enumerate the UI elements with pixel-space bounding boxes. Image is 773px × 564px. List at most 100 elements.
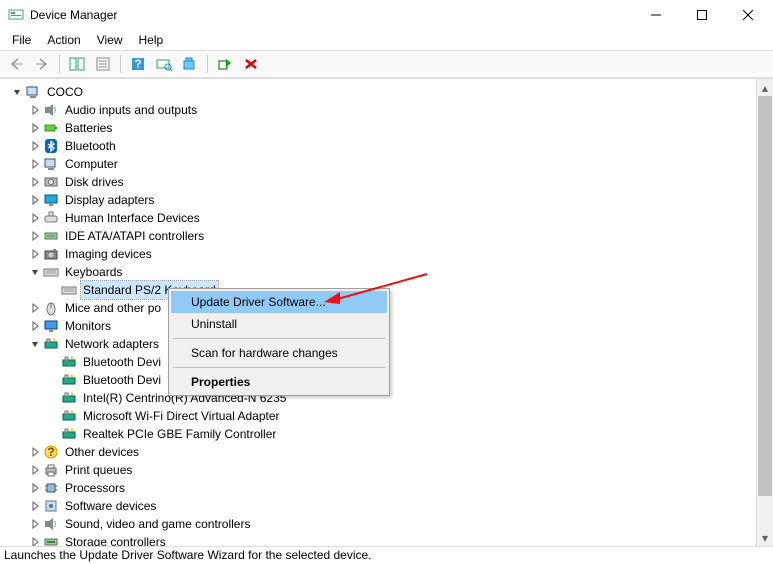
show-hide-console-button[interactable] <box>65 52 89 76</box>
printer-icon <box>43 462 59 478</box>
tree-device[interactable]: Microsoft Wi-Fi Direct Virtual Adapter <box>6 407 773 425</box>
speaker-icon <box>43 516 59 532</box>
display-icon <box>43 192 59 208</box>
expand-toggle[interactable] <box>28 265 42 279</box>
expand-toggle[interactable] <box>28 517 42 531</box>
expand-toggle[interactable] <box>28 337 42 351</box>
tree-category[interactable]: Display adapters <box>6 191 773 209</box>
scroll-down-button[interactable]: ▾ <box>757 529 773 546</box>
tree-item-label: Storage controllers <box>63 533 168 546</box>
cpu-icon <box>43 480 59 496</box>
expand-toggle[interactable] <box>28 247 42 261</box>
update-driver-button[interactable] <box>178 52 202 76</box>
tree-category[interactable]: Bluetooth <box>6 137 773 155</box>
tree-category[interactable]: Sound, video and game controllers <box>6 515 773 533</box>
tree-item-label: IDE ATA/ATAPI controllers <box>63 227 206 245</box>
minimize-button[interactable] <box>633 0 679 30</box>
tree-category[interactable]: IDE ATA/ATAPI controllers <box>6 227 773 245</box>
disk-icon <box>43 174 59 190</box>
maximize-button[interactable] <box>679 0 725 30</box>
expand-toggle[interactable] <box>28 499 42 513</box>
expand-toggle[interactable] <box>28 445 42 459</box>
close-button[interactable] <box>725 0 771 30</box>
scroll-up-button[interactable]: ▴ <box>757 79 773 96</box>
tree-device[interactable]: Realtek PCIe GBE Family Controller <box>6 425 773 443</box>
context-menu-item[interactable]: Scan for hardware changes <box>171 342 387 364</box>
tree-category[interactable]: Human Interface Devices <box>6 209 773 227</box>
nic-icon <box>61 408 77 424</box>
scroll-thumb[interactable] <box>758 96 772 496</box>
ide-icon <box>43 228 59 244</box>
context-menu-item[interactable]: Update Driver Software... <box>171 291 387 313</box>
unknown-icon: ? <box>43 444 59 460</box>
expand-toggle[interactable] <box>28 121 42 135</box>
context-menu-item[interactable]: Uninstall <box>171 313 387 335</box>
expand-toggle[interactable] <box>28 211 42 225</box>
nic-icon <box>61 390 77 406</box>
expand-toggle[interactable] <box>28 535 42 546</box>
expand-toggle[interactable] <box>28 139 42 153</box>
expand-toggle[interactable] <box>28 157 42 171</box>
menu-action[interactable]: Action <box>39 31 88 49</box>
expand-toggle[interactable] <box>28 175 42 189</box>
expand-toggle[interactable] <box>28 301 42 315</box>
tree-item-label: Bluetooth <box>63 137 118 155</box>
nic-icon <box>61 372 77 388</box>
properties-button[interactable] <box>91 52 115 76</box>
forward-button[interactable] <box>30 52 54 76</box>
toolbar: ? <box>0 50 773 78</box>
tree-category[interactable]: Processors <box>6 479 773 497</box>
scan-hardware-button[interactable] <box>152 52 176 76</box>
tree-category[interactable]: Computer <box>6 155 773 173</box>
expand-toggle[interactable] <box>28 229 42 243</box>
tree-category[interactable]: Batteries <box>6 119 773 137</box>
expand-toggle[interactable] <box>28 481 42 495</box>
tree-category[interactable]: Audio inputs and outputs <box>6 101 773 119</box>
tree-item-label: Mice and other po <box>63 299 163 317</box>
expand-toggle[interactable] <box>28 193 42 207</box>
menu-bar: File Action View Help <box>0 30 773 50</box>
tree-item-label: Display adapters <box>63 191 156 209</box>
tree-item-label: Bluetooth Devi <box>81 371 163 389</box>
context-menu-item[interactable]: Properties <box>171 371 387 393</box>
tree-item-label: Keyboards <box>63 263 124 281</box>
tree-item-label: Software devices <box>63 497 158 515</box>
tree-category[interactable]: Software devices <box>6 497 773 515</box>
tree-item-label: Network adapters <box>63 335 161 353</box>
expand-toggle[interactable] <box>10 85 24 99</box>
expand-toggle[interactable] <box>28 103 42 117</box>
help-button[interactable]: ? <box>126 52 150 76</box>
tree-item-label: Computer <box>63 155 120 173</box>
tree-category[interactable]: Imaging devices <box>6 245 773 263</box>
tree-category[interactable]: Print queues <box>6 461 773 479</box>
menu-help[interactable]: Help <box>131 31 172 49</box>
expand-toggle[interactable] <box>28 319 42 333</box>
toolbar-separator <box>120 55 121 73</box>
expand-toggle[interactable] <box>28 463 42 477</box>
menu-view[interactable]: View <box>89 31 131 49</box>
tree-item-label: Batteries <box>63 119 114 137</box>
tree-root[interactable]: COCO <box>6 83 773 101</box>
tree-category[interactable]: Keyboards <box>6 263 773 281</box>
tree-item-label: Microsoft Wi-Fi Direct Virtual Adapter <box>81 407 282 425</box>
monitor-icon <box>43 318 59 334</box>
soft-icon <box>43 498 59 514</box>
tree-category[interactable]: Disk drives <box>6 173 773 191</box>
context-menu-separator <box>173 338 385 339</box>
tree-item-label: Bluetooth Devi <box>81 353 163 371</box>
back-button[interactable] <box>4 52 28 76</box>
nic-icon <box>61 426 77 442</box>
hid-icon <box>43 210 59 226</box>
app-icon <box>8 7 24 23</box>
tree-category[interactable]: Storage controllers <box>6 533 773 546</box>
tree-item-label: Print queues <box>63 461 134 479</box>
tree-item-label: Human Interface Devices <box>63 209 202 227</box>
vertical-scrollbar[interactable]: ▴ ▾ <box>756 79 773 546</box>
menu-file[interactable]: File <box>4 31 39 49</box>
tree-category[interactable]: ?Other devices <box>6 443 773 461</box>
title-bar: Device Manager <box>0 0 773 30</box>
toolbar-separator <box>207 55 208 73</box>
uninstall-button[interactable] <box>239 52 263 76</box>
nic-icon <box>43 336 59 352</box>
enable-device-button[interactable] <box>213 52 237 76</box>
